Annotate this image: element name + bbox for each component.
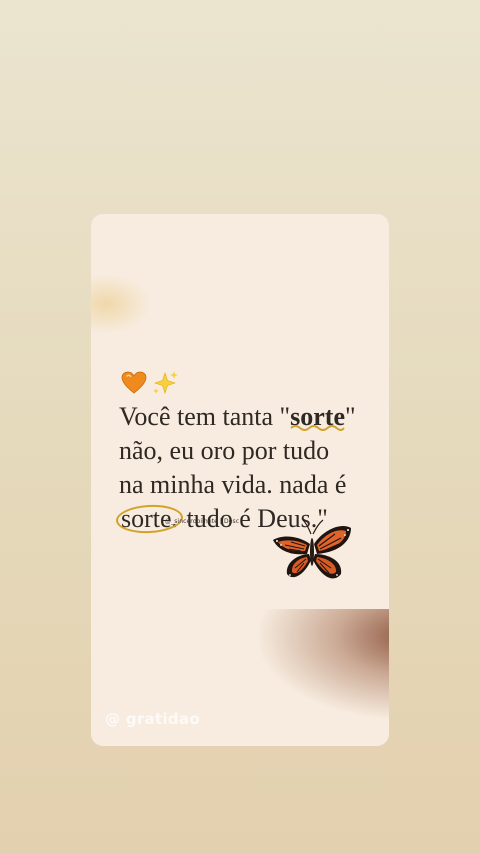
quote-line-start: Você tem tanta "	[119, 402, 291, 431]
squiggle-underline	[290, 425, 345, 431]
butterfly-icon	[273, 519, 351, 579]
corner-shadow	[259, 609, 389, 719]
watermark: @ gratidao	[105, 710, 200, 728]
orange-heart-icon	[121, 371, 147, 395]
author-credit: @_sincerobilhete | Desc	[165, 518, 240, 525]
emoji-row	[121, 369, 179, 397]
light-glow	[91, 274, 151, 334]
quote-card: Você tem tanta "sorte " não, eu oro por t…	[91, 214, 389, 746]
highlighted-word-sorte: sorte	[290, 400, 345, 434]
sparkles-icon	[151, 370, 179, 396]
